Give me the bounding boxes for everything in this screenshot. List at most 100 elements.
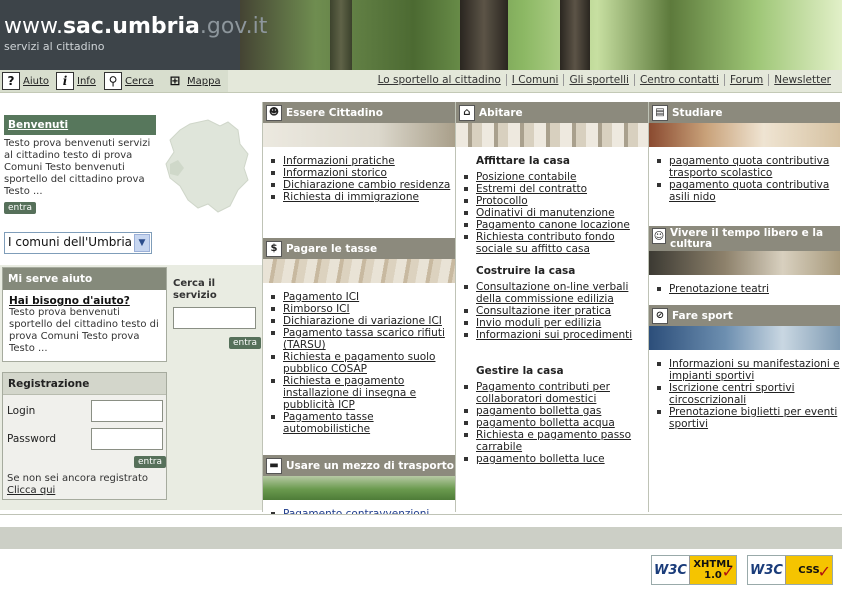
nav-link-forum[interactable]: Forum (723, 74, 768, 86)
list-item[interactable]: Pagamento tasse automobilistiche (269, 411, 455, 435)
list-item[interactable]: pagamento bolletta acqua (462, 417, 648, 429)
section-title: Pagare le tasse (286, 242, 378, 255)
person-icon: ☻ (266, 104, 282, 121)
list-item[interactable]: Dichiarazione cambio residenza (269, 179, 455, 191)
list-item[interactable]: pagamento bolletta gas (462, 405, 648, 417)
list-item[interactable]: Iscrizione centri sportivi circoscrizion… (655, 382, 840, 406)
list-gestire: Pagamento contributi per collaboratori d… (456, 377, 648, 465)
badge-version: 1.0 (704, 570, 722, 581)
list-item[interactable]: Richiesta contributo fondo sociale su af… (462, 231, 648, 255)
list-item[interactable]: Protocollo (462, 195, 648, 207)
list-item[interactable]: Rimborso ICI (269, 303, 455, 315)
header-photo (230, 0, 842, 70)
list-affittare: Posizione contabile Estremi del contratt… (456, 167, 648, 265)
nav-link-sportello[interactable]: Lo sportello al cittadino (373, 74, 506, 86)
chevron-down-icon[interactable]: ▼ (134, 234, 150, 252)
section-header-cittadino: ☻ Essere Cittadino (263, 102, 455, 123)
section-header-tasse: $ Pagare le tasse (263, 238, 455, 259)
list-item[interactable]: Richiesta e pagamento passo carrabile (462, 429, 648, 453)
w3c-css-badge[interactable]: W3C CSS ✓ (747, 555, 833, 585)
search-input[interactable] (173, 307, 256, 329)
column-cittadino: ☻ Essere Cittadino Informazioni pratiche … (262, 102, 455, 520)
list-item[interactable]: pagamento quota contributiva trasporto s… (655, 155, 840, 179)
nav-link-sportelli[interactable]: Gli sportelli (563, 74, 634, 86)
comuni-select[interactable]: I comuni dell'Umbria ▼ (4, 232, 152, 254)
help-text: Testo prova benvenuti sportello del citt… (9, 307, 159, 354)
register-link[interactable]: Clicca qui (7, 485, 55, 496)
list-item[interactable]: Invio moduli per edilizia (462, 317, 648, 329)
list-item[interactable]: Informazioni sui procedimenti (462, 329, 648, 341)
list-item[interactable]: Prenotazione biglietti per eventi sporti… (655, 406, 840, 430)
section-title: Usare un mezzo di trasporto (286, 459, 455, 472)
list-item[interactable]: Informazioni storico (269, 167, 455, 179)
list-item[interactable]: Consultazione iter pratica (462, 305, 648, 317)
list-item[interactable]: Odinativi di manutenzione (462, 207, 648, 219)
list-item[interactable]: pagamento quota contributiva asili nido (655, 179, 840, 203)
login-input[interactable] (91, 400, 163, 422)
login-label: Login (7, 405, 36, 417)
help-title: Mi serve aiuto (3, 268, 166, 290)
nav-link-comuni[interactable]: I Comuni (505, 74, 564, 86)
section-title: Essere Cittadino (286, 106, 383, 119)
help-box: Mi serve aiuto Hai bisogno d'aiuto? Test… (2, 267, 167, 362)
help-question-link[interactable]: Hai bisogno d'aiuto? (3, 290, 166, 307)
nav-link-contatti[interactable]: Centro contatti (633, 74, 724, 86)
list-item[interactable]: Posizione contabile (462, 171, 648, 183)
section-banner (649, 251, 840, 275)
list-item[interactable]: Prenotazione teatri (655, 283, 840, 295)
toolbar: ? Aiuto i Info ⚲ Cerca ⊞ Mappa Lo sportello … (0, 70, 842, 93)
section-title: Abitare (479, 106, 523, 119)
column-studiare: ▤ Studiare pagamento quota contributiva t… (648, 102, 840, 512)
tool-links: ? Aiuto i Info ⚲ Cerca ⊞ Mappa (0, 70, 228, 92)
list-item[interactable]: pagamento bolletta luce (462, 453, 648, 465)
list-item[interactable]: Consultazione on-line verbali della comm… (462, 281, 648, 305)
list-item[interactable]: Richiesta di immigrazione (269, 191, 455, 203)
site-name: www.sac.umbria.gov.it (4, 14, 267, 39)
help-icon: ? (2, 72, 20, 90)
sitemap-icon: ⊞ (169, 73, 181, 89)
section-banner (263, 476, 455, 500)
site-logo[interactable]: www.sac.umbria.gov.it servizi al cittadi… (0, 0, 267, 70)
welcome-title[interactable]: Benvenuti (4, 115, 156, 135)
login-entra-button[interactable]: entra (134, 456, 166, 468)
tool-mappa[interactable]: ⊞ Mappa (166, 72, 221, 90)
w3c-logo: W3C (748, 556, 786, 584)
nav-link-newsletter[interactable]: Newsletter (768, 74, 836, 86)
tool-aiuto[interactable]: ? Aiuto (2, 72, 49, 90)
group-title: Gestire la casa (476, 365, 564, 377)
search-title: Cerca il servizio (173, 278, 217, 301)
left-column: Benvenuti Testo prova benvenuti servizi … (0, 102, 262, 512)
password-input[interactable] (91, 428, 163, 450)
section-header-abitare: ⌂ Abitare (456, 102, 648, 123)
list-item[interactable]: Pagamento tassa scarico rifiuti (TARSU) (269, 327, 455, 351)
tool-cerca[interactable]: ⚲ Cerca (104, 72, 154, 90)
umbria-map[interactable] (160, 116, 255, 216)
section-title: Fare sport (672, 309, 733, 322)
list-tasse: Pagamento ICI Rimborso ICI Dichiarazione… (263, 283, 455, 455)
search-entra-button[interactable]: entra (229, 337, 261, 349)
registration-note-text: Se non sei ancora registrato (7, 473, 149, 484)
list-item[interactable]: Estremi del contratto (462, 183, 648, 195)
comuni-select-value: I comuni dell'Umbria (8, 235, 133, 249)
footer-divider (0, 514, 842, 527)
group-title: Costruire la casa (476, 265, 576, 277)
list-item[interactable]: Informazioni pratiche (269, 155, 455, 167)
list-item[interactable]: Richiesta e pagamento installazione di i… (269, 375, 455, 411)
book-icon: ▤ (652, 104, 668, 121)
welcome-entra-button[interactable]: entra (4, 202, 36, 214)
list-item[interactable]: Pagamento contributi per collaboratori d… (462, 381, 648, 405)
welcome-box: Benvenuti Testo prova benvenuti servizi … (4, 115, 156, 214)
registration-title: Registrazione (3, 373, 166, 395)
tool-label: Mappa (187, 75, 221, 87)
list-item[interactable]: Pagamento ICI (269, 291, 455, 303)
list-item[interactable]: Richiesta e pagamento suolo pubblico COS… (269, 351, 455, 375)
search-icon: ⚲ (104, 72, 122, 90)
column-abitare: ⌂ Abitare Affittare la casa Posizione con… (455, 102, 648, 512)
top-nav: Lo sportello al cittadino I Comuni Gli s… (373, 74, 836, 86)
list-item[interactable]: Pagamento canone locazione (462, 219, 648, 231)
help-area: Mi serve aiuto Hai bisogno d'aiuto? Test… (0, 265, 262, 510)
w3c-xhtml-badge[interactable]: W3C XHTML 1.0 ✓ (651, 555, 737, 585)
list-item[interactable]: Informazioni su manifestazioni e impiant… (655, 358, 840, 382)
list-item[interactable]: Dichiarazione di variazione ICI (269, 315, 455, 327)
tool-info[interactable]: i Info (56, 72, 96, 90)
